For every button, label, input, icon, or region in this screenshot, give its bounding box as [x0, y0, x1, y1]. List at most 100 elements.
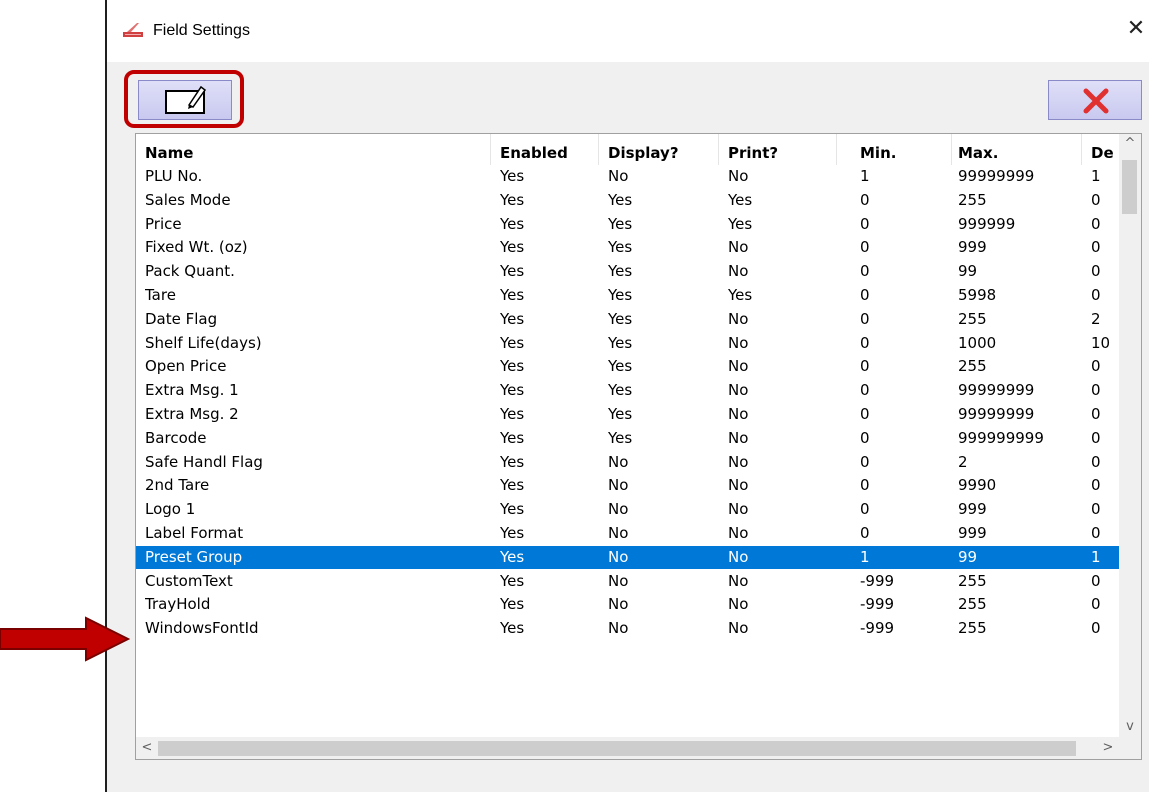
column-divider[interactable]: [598, 134, 599, 165]
cell-default: 0: [1091, 405, 1101, 423]
cell-print: No: [728, 476, 749, 495]
cell-min: -999: [860, 595, 895, 614]
column-divider[interactable]: [718, 134, 719, 165]
cell-print: Yes: [728, 214, 753, 233]
column-divider[interactable]: [951, 134, 952, 165]
column-header-name[interactable]: Name: [145, 142, 485, 165]
cell-display: No: [608, 595, 629, 614]
cell-name: Date Flag: [145, 309, 218, 328]
cell-max: 99: [958, 547, 978, 566]
cell-print: No: [728, 405, 749, 423]
cell-min: 0: [860, 500, 870, 519]
cell-enabled: Yes: [500, 167, 525, 185]
column-header-default[interactable]: De: [1091, 142, 1119, 165]
cell-enabled: Yes: [500, 333, 525, 352]
cell-min: 1: [860, 167, 870, 185]
table-row[interactable]: Fixed Wt. (oz) Yes Yes No 0 999 0: [136, 236, 1119, 259]
cell-print: No: [728, 262, 749, 281]
horizontal-scroll-thumb[interactable]: [158, 741, 1076, 756]
cell-default: 0: [1091, 238, 1101, 257]
cell-print: No: [728, 452, 749, 471]
cell-display: No: [608, 167, 629, 185]
cell-display: Yes: [608, 190, 633, 209]
cell-name: Extra Msg. 2: [145, 405, 239, 423]
column-divider[interactable]: [836, 134, 837, 165]
cell-print: No: [728, 381, 749, 400]
scroll-left-icon[interactable]: <: [136, 738, 158, 758]
cell-min: 0: [860, 452, 870, 471]
cell-display: Yes: [608, 309, 633, 328]
table-row[interactable]: WindowsFontId Yes No No -999 255 0: [136, 617, 1119, 640]
cell-display: Yes: [608, 262, 633, 281]
vertical-scroll-thumb[interactable]: [1122, 160, 1137, 214]
table-row[interactable]: Logo 1 Yes No No 0 999 0: [136, 498, 1119, 521]
table-row[interactable]: CustomText Yes No No -999 255 0: [136, 570, 1119, 593]
cell-enabled: Yes: [500, 547, 525, 566]
table-row[interactable]: Date Flag Yes Yes No 0 255 2: [136, 308, 1119, 331]
table-row[interactable]: Extra Msg. 2 Yes Yes No 0 99999999 0: [136, 403, 1119, 426]
column-header-print[interactable]: Print?: [728, 142, 838, 165]
cell-name: Price: [145, 214, 182, 233]
table-row[interactable]: TrayHold Yes No No -999 255 0: [136, 593, 1119, 616]
vertical-scrollbar[interactable]: ^ v: [1119, 134, 1141, 737]
table-row[interactable]: Tare Yes Yes Yes 0 5998 0: [136, 284, 1119, 307]
cell-print: No: [728, 357, 749, 376]
cell-default: 0: [1091, 428, 1101, 447]
cell-default: 0: [1091, 595, 1101, 614]
cell-default: 0: [1091, 262, 1101, 281]
cell-default: 2: [1091, 309, 1101, 328]
table-row[interactable]: Barcode Yes Yes No 0 999999999 0: [136, 427, 1119, 450]
cell-display: Yes: [608, 333, 633, 352]
cell-name: Pack Quant.: [145, 262, 235, 281]
cell-print: No: [728, 500, 749, 519]
column-divider[interactable]: [1081, 134, 1082, 165]
field-settings-window: Field Settings ✕ Name Enabled Display? P…: [105, 0, 1149, 792]
column-header-enabled[interactable]: Enabled: [500, 142, 600, 165]
scroll-up-icon[interactable]: ^: [1119, 134, 1141, 154]
table-row[interactable]: Pack Quant. Yes Yes No 0 99 0: [136, 260, 1119, 283]
toolbar: [107, 62, 1149, 134]
table-row[interactable]: Preset Group Yes No No 1 99 1: [136, 545, 1119, 569]
cell-max: 9990: [958, 476, 997, 495]
cell-max: 2: [958, 452, 968, 471]
field-settings-table[interactable]: Name Enabled Display? Print? Min. Max. D…: [135, 133, 1142, 760]
cell-max: 999: [958, 524, 987, 542]
cell-default: 0: [1091, 524, 1101, 542]
cell-display: Yes: [608, 357, 633, 376]
column-header-max[interactable]: Max.: [958, 142, 1086, 165]
table-row[interactable]: Label Format Yes No No 0 999 0: [136, 522, 1119, 545]
cell-default: 1: [1091, 547, 1101, 566]
scroll-right-icon[interactable]: >: [1097, 738, 1119, 758]
cell-print: No: [728, 524, 749, 542]
cell-display: Yes: [608, 214, 633, 233]
cell-max: 5998: [958, 286, 997, 304]
cell-enabled: Yes: [500, 452, 525, 471]
close-icon[interactable]: ✕: [1121, 14, 1149, 44]
column-header-display[interactable]: Display?: [608, 142, 718, 165]
table-row[interactable]: Open Price Yes Yes No 0 255 0: [136, 355, 1119, 378]
red-x-icon: [1083, 88, 1109, 114]
table-row[interactable]: Sales Mode Yes Yes Yes 0 255 0: [136, 189, 1119, 212]
delete-button[interactable]: [1048, 80, 1142, 120]
table-row[interactable]: Safe Handl Flag Yes No No 0 2 0: [136, 451, 1119, 474]
cell-enabled: Yes: [500, 595, 525, 614]
table-row[interactable]: Price Yes Yes Yes 0 999999 0: [136, 213, 1119, 236]
cell-name: Fixed Wt. (oz): [145, 238, 248, 257]
title-bar: Field Settings ✕: [107, 0, 1149, 62]
cell-max: 1000: [958, 333, 997, 352]
table-row[interactable]: Shelf Life(days) Yes Yes No 0 1000 10: [136, 332, 1119, 355]
column-divider[interactable]: [490, 134, 491, 165]
cell-enabled: Yes: [500, 309, 525, 328]
cell-name: Label Format: [145, 524, 244, 542]
cell-max: 999: [958, 500, 987, 519]
horizontal-scrollbar[interactable]: < >: [136, 737, 1119, 759]
table-row[interactable]: PLU No. Yes No No 1 99999999 1: [136, 165, 1119, 188]
scroll-down-icon[interactable]: v: [1119, 717, 1141, 737]
cell-display: No: [608, 500, 629, 519]
cell-max: 99999999: [958, 167, 1035, 185]
table-row[interactable]: Extra Msg. 1 Yes Yes No 0 99999999 0: [136, 379, 1119, 402]
column-header-min[interactable]: Min.: [860, 142, 960, 165]
cell-default: 0: [1091, 214, 1101, 233]
table-row[interactable]: 2nd Tare Yes No No 0 9990 0: [136, 474, 1119, 497]
cell-display: Yes: [608, 238, 633, 257]
